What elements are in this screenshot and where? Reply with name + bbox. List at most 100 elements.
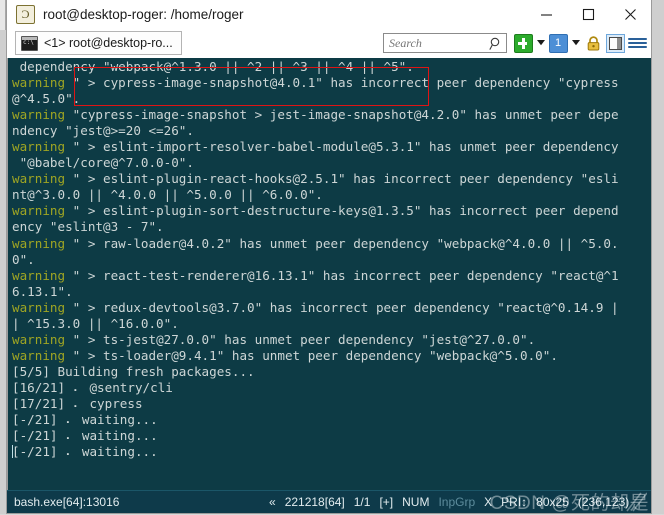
lock-button[interactable] — [583, 33, 603, 53]
terminal-line-text: [-/21] ⠄ waiting... — [12, 428, 158, 444]
terminal-output: dependency "webpack@^1.3.0 || ^2 || ^3 |… — [8, 58, 651, 460]
terminal-line: 6.13.1". — [12, 284, 651, 300]
terminal-line-text: 6.13.1". — [12, 283, 73, 299]
terminal-warning-token: warning — [12, 299, 66, 315]
status-size: 80x25 — [536, 495, 569, 509]
active-console-button[interactable]: 1 — [548, 33, 568, 53]
status-middle: « 221218[64] 1/1 [+] NUM InpGrp X PRI↕ 80x25 (236… — [269, 495, 629, 509]
panel-toggle-button[interactable] — [605, 33, 625, 53]
conemu-window: Ɔ root@desktop-roger: /home/roger <1> ro… — [6, 0, 652, 514]
console-tab[interactable]: <1> root@desktop-ro... — [15, 31, 182, 55]
terminal-line: warning " > react-test-renderer@16.13.1"… — [12, 268, 651, 284]
title-bar[interactable]: Ɔ root@desktop-roger: /home/roger — [7, 0, 651, 28]
panel-toggle-icon — [605, 33, 625, 53]
terminal-line: 0". — [12, 252, 651, 268]
terminal-line-text: " > raw-loader@4.0.2" has unmet peer dep… — [65, 235, 619, 251]
terminal-line: warning " > cypress-image-snapshot@4.0.1… — [12, 75, 651, 91]
terminal-line-text: [-/21] ⠄ waiting... — [12, 412, 158, 428]
close-button[interactable] — [609, 0, 651, 28]
terminal-line-text: dependency "webpack@^1.3.0 || ^2 || ^3 |… — [12, 59, 414, 74]
menu-button[interactable] — [627, 33, 647, 53]
terminal-line: nt@^3.0.0 || ^4.0.0 || ^5.0.0 || ^6.0.0"… — [12, 187, 651, 203]
terminal-line: warning " > ts-jest@27.0.0" has unmet pe… — [12, 332, 651, 348]
terminal-line-text: " > eslint-plugin-react-hooks@2.5.1" has… — [65, 171, 619, 187]
terminal-line: warning " > eslint-plugin-sort-destructu… — [12, 203, 651, 219]
terminal-line: "@babel/core@^7.0.0-0". — [12, 155, 651, 171]
conemu-icon: Ɔ — [16, 4, 35, 24]
terminal-line-text: " > ts-jest@27.0.0" has unmet peer depen… — [65, 331, 536, 347]
screen: Ɔ root@desktop-roger: /home/roger <1> ro… — [0, 0, 664, 514]
console-icon — [21, 35, 38, 51]
terminal-line: [-/21] ⠄ waiting... — [12, 444, 651, 460]
new-console-button[interactable] — [513, 33, 533, 53]
terminal-line: warning " > raw-loader@4.0.2" has unmet … — [12, 236, 651, 252]
status-page: 1/1 — [353, 495, 371, 509]
lock-icon — [585, 35, 602, 52]
terminal-line-text: "cypress-image-snapshot > jest-image-sna… — [65, 107, 619, 123]
terminal-line-text: " > eslint-import-resolver-babel-module@… — [65, 139, 619, 155]
status-x: X — [484, 495, 493, 509]
terminal-line: [-/21] ⠄ waiting... — [12, 412, 651, 428]
maximize-button[interactable] — [567, 0, 609, 28]
status-process: bash.exe[64]:13016 — [14, 495, 120, 509]
active-console-icon: 1 — [548, 33, 568, 53]
terminal-warning-token: warning — [12, 331, 66, 347]
terminal-line: warning "cypress-image-snapshot > jest-i… — [12, 107, 651, 123]
terminal-warning-token: warning — [12, 347, 66, 363]
terminal-line: warning " > redux-devtools@3.7.0" has in… — [12, 300, 651, 316]
terminal-panel[interactable]: dependency "webpack@^1.3.0 || ^2 || ^3 |… — [7, 58, 651, 490]
terminal-warning-token: warning — [12, 107, 66, 123]
search-box[interactable] — [383, 33, 507, 53]
terminal-line-text: nt@^3.0.0 || ^4.0.0 || ^5.0.0 || ^6.0.0"… — [12, 187, 323, 203]
terminal-line-text: [5/5] Building fresh packages... — [12, 363, 255, 379]
terminal-line-text: " > eslint-plugin-sort-destructure-keys@… — [65, 203, 619, 219]
terminal-line-text: "@babel/core@^7.0.0-0". — [12, 155, 194, 171]
terminal-warning-token: warning — [12, 203, 66, 219]
terminal-line: ndency "jest@>=20 <=26". — [12, 123, 651, 139]
toolbar: 1 — [383, 28, 647, 58]
terminal-line: @^4.5.0". — [12, 91, 651, 107]
terminal-line-text: ndency "jest@>=20 <=26". — [12, 123, 194, 139]
terminal-line: warning " > eslint-import-resolver-babel… — [12, 139, 651, 155]
terminal-line-text: " > ts-loader@9.4.1" has unmet peer depe… — [65, 347, 558, 363]
new-console-icon — [513, 33, 533, 53]
terminal-line: ency "eslint@3 - 7". — [12, 219, 651, 235]
terminal-line: | ^15.3.0 || ^16.0.0". — [12, 316, 651, 332]
terminal-line-text: " > cypress-image-snapshot@4.0.1" has in… — [65, 75, 619, 91]
status-coords: (236,123) — [577, 495, 630, 509]
status-num: NUM — [402, 495, 430, 509]
terminal-line: [16/21] ⠄ @sentry/cli — [12, 380, 651, 396]
terminal-line-text: [16/21] ⠄ @sentry/cli — [12, 379, 173, 395]
terminal-line: [17/21] ⠄ cypress — [12, 396, 651, 412]
terminal-line: [-/21] ⠄ waiting... — [12, 428, 651, 444]
terminal-line-text: [-/21] ⠄ waiting... — [12, 444, 158, 460]
terminal-line: warning " > ts-loader@9.4.1" has unmet p… — [12, 348, 651, 364]
new-console-dropdown[interactable] — [535, 33, 546, 53]
window-controls — [525, 0, 651, 28]
terminal-warning-token: warning — [12, 75, 66, 91]
search-icon — [489, 37, 502, 56]
status-pri: PRI↕ — [501, 495, 528, 509]
terminal-warning-token: warning — [12, 235, 66, 251]
status-bar: bash.exe[64]:13016 « 221218[64] 1/1 [+] NUM I… — [7, 490, 651, 514]
hamburger-menu-icon — [627, 34, 647, 53]
tab-bar: <1> root@desktop-ro... 1 — [7, 28, 651, 58]
window-title: root@desktop-roger: /home/roger — [43, 6, 244, 22]
terminal-line-text: @^4.5.0". — [12, 91, 81, 107]
status-inpgrp: InpGrp — [438, 495, 476, 509]
terminal-line-text: ency "eslint@3 - 7". — [12, 219, 164, 235]
status-buffer: 221218[64] — [284, 495, 345, 509]
minimize-button[interactable] — [525, 0, 567, 28]
search-input[interactable] — [389, 35, 489, 51]
status-scroll-marker: « — [269, 495, 276, 509]
terminal-line: warning " > eslint-plugin-react-hooks@2.… — [12, 171, 651, 187]
terminal-line-text: 0". — [12, 251, 35, 267]
terminal-line-text: [17/21] ⠄ cypress — [12, 395, 143, 411]
status-plus: [+] — [379, 495, 394, 509]
terminal-line: [5/5] Building fresh packages... — [12, 364, 651, 380]
terminal-warning-token: warning — [12, 171, 66, 187]
terminal-warning-token: warning — [12, 267, 66, 283]
console-tab-label: <1> root@desktop-ro... — [44, 36, 173, 50]
active-console-dropdown[interactable] — [570, 33, 581, 53]
terminal-line-text: | ^15.3.0 || ^16.0.0". — [12, 315, 179, 331]
